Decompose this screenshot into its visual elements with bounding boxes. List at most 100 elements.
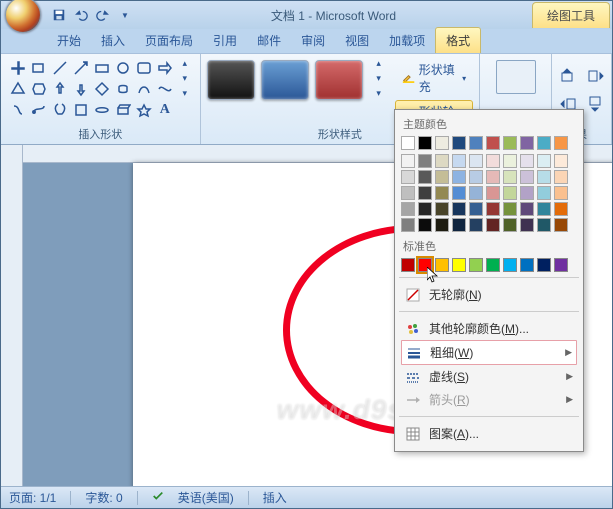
color-swatch[interactable] [554, 258, 568, 272]
nudge-down-icon[interactable] [584, 92, 608, 116]
color-swatch[interactable] [401, 202, 415, 216]
color-swatch[interactable] [418, 136, 432, 150]
color-swatch[interactable] [537, 186, 551, 200]
color-swatch[interactable] [452, 154, 466, 168]
color-swatch[interactable] [554, 154, 568, 168]
color-swatch[interactable] [520, 154, 534, 168]
color-swatch[interactable] [537, 170, 551, 184]
weight-item[interactable]: 粗细(W)▶ [401, 340, 577, 365]
tab-view[interactable]: 视图 [335, 28, 379, 53]
color-swatch[interactable] [435, 258, 449, 272]
color-swatch[interactable] [401, 170, 415, 184]
color-swatch[interactable] [520, 136, 534, 150]
save-icon[interactable] [49, 5, 69, 25]
style-swatch-blue[interactable] [261, 60, 309, 100]
tab-review[interactable]: 审阅 [291, 28, 335, 53]
color-swatch[interactable] [486, 170, 500, 184]
color-swatch[interactable] [418, 258, 432, 272]
color-swatch[interactable] [469, 154, 483, 168]
tab-mailings[interactable]: 邮件 [247, 28, 291, 53]
color-swatch[interactable] [503, 258, 517, 272]
color-swatch[interactable] [452, 136, 466, 150]
status-mode[interactable]: 插入 [263, 489, 287, 506]
shadow-gallery[interactable] [496, 60, 536, 94]
dashes-item[interactable]: 虚线(S)▶ [401, 365, 577, 388]
style-swatch-red[interactable] [315, 60, 363, 100]
color-swatch[interactable] [503, 186, 517, 200]
tab-layout[interactable]: 页面布局 [135, 28, 203, 53]
color-swatch[interactable] [469, 218, 483, 232]
color-swatch[interactable] [554, 186, 568, 200]
more-colors-item[interactable]: 其他轮廓颜色(M)... [401, 317, 577, 340]
color-swatch[interactable] [435, 136, 449, 150]
nudge-up-icon[interactable] [556, 64, 580, 88]
color-swatch[interactable] [503, 202, 517, 216]
tab-addins[interactable]: 加载项 [379, 28, 435, 53]
color-swatch[interactable] [554, 136, 568, 150]
color-swatch[interactable] [435, 154, 449, 168]
vertical-ruler[interactable] [1, 145, 23, 486]
color-swatch[interactable] [418, 154, 432, 168]
color-swatch[interactable] [469, 170, 483, 184]
color-swatch[interactable] [486, 258, 500, 272]
color-swatch[interactable] [401, 218, 415, 232]
context-tab-label[interactable]: 绘图工具 [532, 2, 610, 28]
gallery-scroll[interactable]: ▴▾▾ [177, 58, 193, 120]
color-swatch[interactable] [486, 218, 500, 232]
redo-icon[interactable] [93, 5, 113, 25]
status-page[interactable]: 页面: 1/1 [9, 489, 56, 506]
color-swatch[interactable] [418, 202, 432, 216]
color-swatch[interactable] [537, 258, 551, 272]
color-swatch[interactable] [503, 154, 517, 168]
color-swatch[interactable] [503, 218, 517, 232]
tab-references[interactable]: 引用 [203, 28, 247, 53]
color-swatch[interactable] [520, 218, 534, 232]
color-swatch[interactable] [554, 170, 568, 184]
nudge-right-icon[interactable] [584, 64, 608, 88]
color-swatch[interactable] [486, 186, 500, 200]
color-swatch[interactable] [520, 186, 534, 200]
color-swatch[interactable] [469, 136, 483, 150]
tab-home[interactable]: 开始 [47, 28, 91, 53]
color-swatch[interactable] [452, 202, 466, 216]
color-swatch[interactable] [503, 136, 517, 150]
no-outline-item[interactable]: 无轮廓(N) [401, 283, 577, 306]
color-swatch[interactable] [520, 170, 534, 184]
style-swatch-black[interactable] [207, 60, 255, 100]
pattern-item[interactable]: 图案(A)... [401, 422, 577, 445]
color-swatch[interactable] [469, 186, 483, 200]
color-swatch[interactable] [418, 218, 432, 232]
shapes-gallery[interactable]: A [8, 58, 175, 120]
color-swatch[interactable] [469, 202, 483, 216]
color-swatch[interactable] [554, 202, 568, 216]
color-swatch[interactable] [537, 136, 551, 150]
spellcheck-icon[interactable] [152, 490, 164, 505]
color-swatch[interactable] [435, 202, 449, 216]
color-swatch[interactable] [435, 170, 449, 184]
undo-icon[interactable] [71, 5, 91, 25]
color-swatch[interactable] [520, 202, 534, 216]
shape-fill-button[interactable]: 形状填充▾ [395, 58, 473, 98]
color-swatch[interactable] [452, 170, 466, 184]
tab-insert[interactable]: 插入 [91, 28, 135, 53]
color-swatch[interactable] [435, 218, 449, 232]
color-swatch[interactable] [537, 218, 551, 232]
color-swatch[interactable] [401, 186, 415, 200]
color-swatch[interactable] [418, 170, 432, 184]
color-swatch[interactable] [486, 154, 500, 168]
color-swatch[interactable] [554, 218, 568, 232]
color-swatch[interactable] [537, 154, 551, 168]
color-swatch[interactable] [469, 258, 483, 272]
status-words[interactable]: 字数: 0 [85, 489, 122, 506]
style-scroll[interactable]: ▴▾▾ [371, 58, 387, 102]
color-swatch[interactable] [486, 136, 500, 150]
color-swatch[interactable] [486, 202, 500, 216]
color-swatch[interactable] [503, 170, 517, 184]
color-swatch[interactable] [435, 186, 449, 200]
color-swatch[interactable] [452, 186, 466, 200]
color-swatch[interactable] [520, 258, 534, 272]
status-language[interactable]: 英语(美国) [178, 489, 234, 506]
color-swatch[interactable] [452, 218, 466, 232]
qat-dropdown-icon[interactable]: ▼ [115, 5, 135, 25]
color-swatch[interactable] [401, 258, 415, 272]
